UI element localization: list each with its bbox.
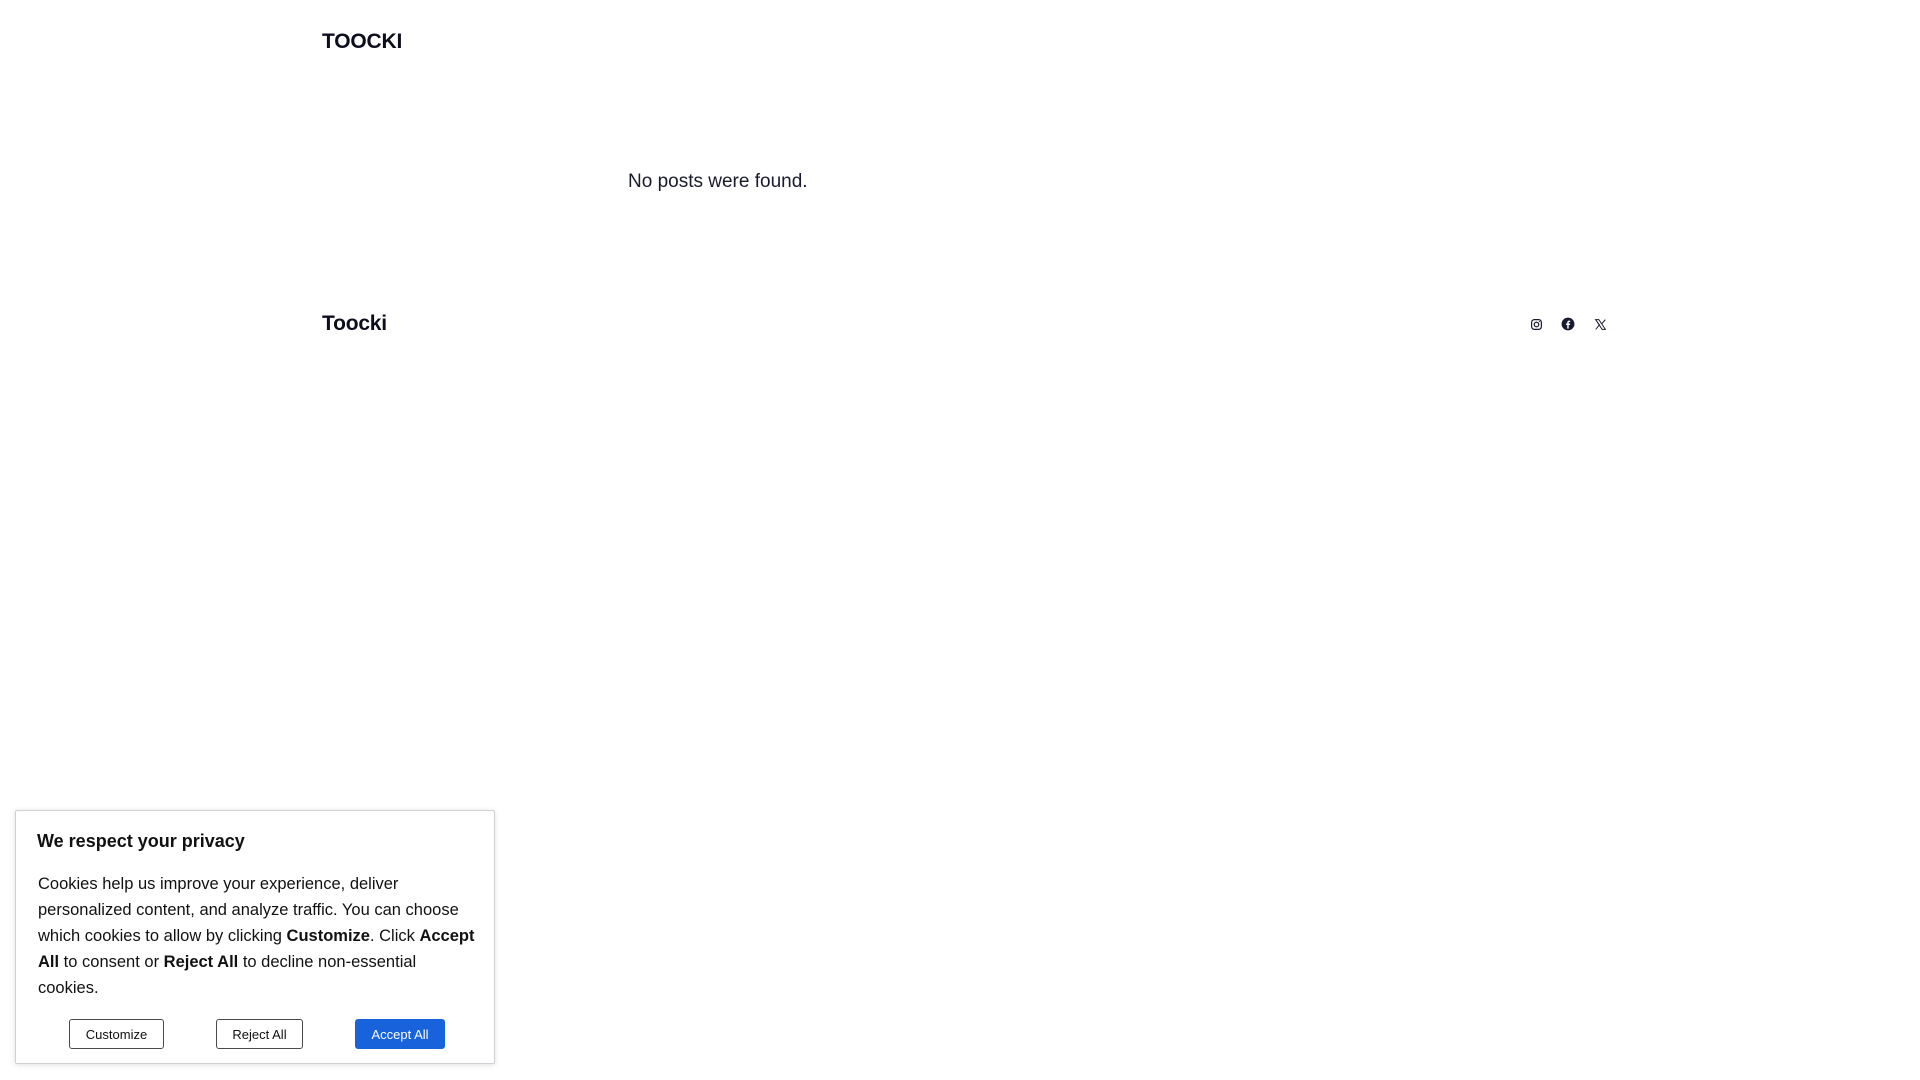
facebook-icon[interactable] <box>1559 315 1577 333</box>
cookie-consent-banner: We respect your privacy Cookies help us … <box>15 810 495 1064</box>
cookie-text-part: . Click <box>369 927 420 945</box>
footer-site-title: Toocki <box>322 312 387 335</box>
cookie-text-bold-reject: Reject All <box>163 953 239 971</box>
site-title-link[interactable]: TOOCKI <box>322 30 402 54</box>
accept-all-button[interactable]: Accept All <box>355 1019 445 1049</box>
cookie-text-bold-customize: Customize <box>286 927 370 945</box>
no-posts-message: No posts were found. <box>628 171 808 192</box>
social-links <box>1527 315 1609 333</box>
customize-button[interactable]: Customize <box>69 1019 164 1049</box>
page: TOOCKI No posts were found. Toocki We re… <box>0 0 1920 1080</box>
cookie-banner-title: We respect your privacy <box>37 831 245 851</box>
x-icon[interactable] <box>1591 315 1609 333</box>
reject-all-button[interactable]: Reject All <box>216 1019 303 1049</box>
instagram-icon[interactable] <box>1527 315 1545 333</box>
cookie-banner-description: Cookies help us improve your experience,… <box>38 871 478 1001</box>
cookie-text-part: to consent or <box>59 953 164 971</box>
